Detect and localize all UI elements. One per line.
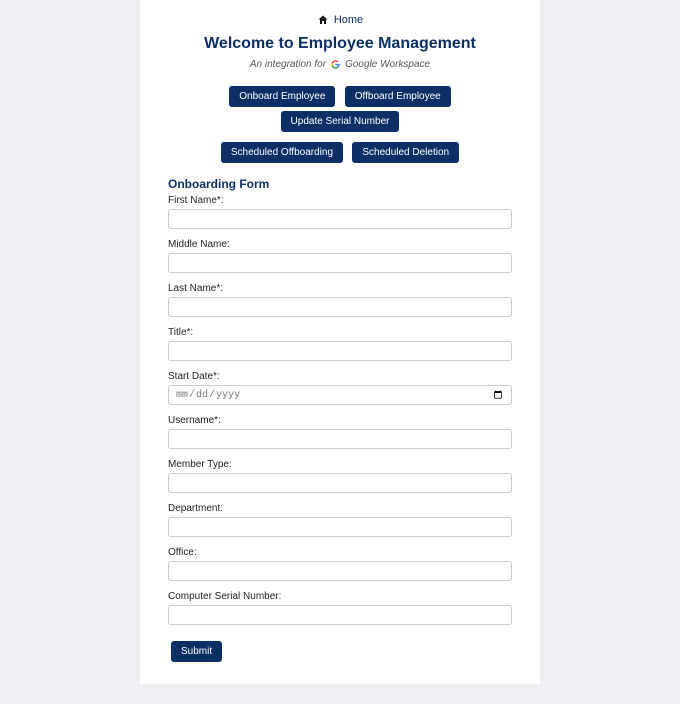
- title-input[interactable]: [168, 341, 512, 361]
- home-label: Home: [334, 14, 363, 26]
- username-input[interactable]: [168, 429, 512, 449]
- submit-button[interactable]: Submit: [171, 641, 222, 662]
- office-label: Office:: [168, 547, 512, 558]
- offboard-employee-button[interactable]: Offboard Employee: [345, 86, 451, 107]
- title-label: Title*:: [168, 327, 512, 338]
- update-serial-button[interactable]: Update Serial Number: [281, 111, 400, 132]
- start-date-input[interactable]: [168, 385, 512, 405]
- main-card: Home Welcome to Employee Management An i…: [140, 0, 540, 684]
- middle-name-label: Middle Name:: [168, 239, 512, 250]
- scheduled-deletion-button[interactable]: Scheduled Deletion: [352, 142, 459, 163]
- member-type-input[interactable]: [168, 473, 512, 493]
- department-label: Department:: [168, 503, 512, 514]
- last-name-label: Last Name*:: [168, 283, 512, 294]
- last-name-input[interactable]: [168, 297, 512, 317]
- subtitle: An integration for Google Workspace: [168, 59, 512, 70]
- first-name-input[interactable]: [168, 209, 512, 229]
- secondary-actions-row: Scheduled Offboarding Scheduled Deletion: [168, 140, 512, 165]
- serial-input[interactable]: [168, 605, 512, 625]
- username-label: Username*:: [168, 415, 512, 426]
- member-type-label: Member Type:: [168, 459, 512, 470]
- primary-actions-row: Onboard Employee Offboard Employee Updat…: [168, 84, 512, 134]
- scheduled-offboarding-button[interactable]: Scheduled Offboarding: [221, 142, 343, 163]
- google-icon: [331, 60, 340, 69]
- middle-name-input[interactable]: [168, 253, 512, 273]
- home-icon: [317, 14, 329, 26]
- subtitle-prefix: An integration for: [250, 59, 326, 70]
- subtitle-suffix: Google Workspace: [345, 59, 430, 70]
- form-title: Onboarding Form: [168, 177, 512, 191]
- page-title: Welcome to Employee Management: [168, 35, 512, 53]
- first-name-label: First Name*:: [168, 195, 512, 206]
- onboard-employee-button[interactable]: Onboard Employee: [229, 86, 335, 107]
- home-link[interactable]: Home: [317, 14, 363, 26]
- office-input[interactable]: [168, 561, 512, 581]
- department-input[interactable]: [168, 517, 512, 537]
- start-date-label: Start Date*:: [168, 371, 512, 382]
- serial-label: Computer Serial Number:: [168, 591, 512, 602]
